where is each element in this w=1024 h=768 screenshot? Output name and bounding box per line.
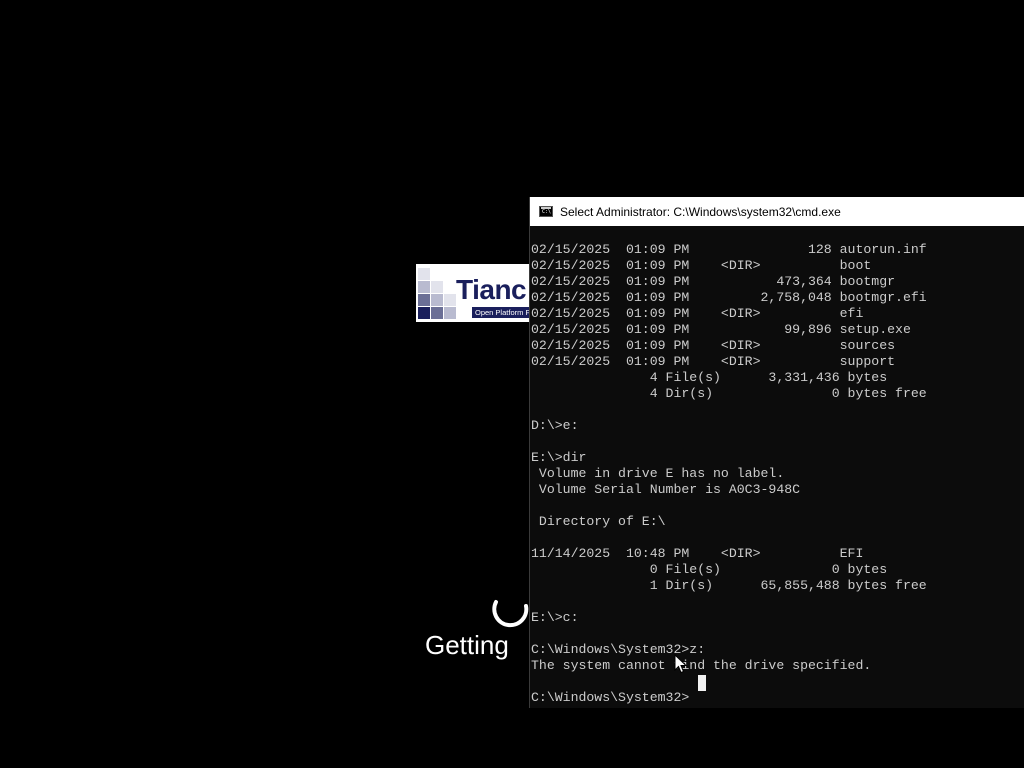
console-line: 02/15/2025 01:09 PM <DIR> support [531,354,896,369]
logo-square [431,281,443,293]
console-line: 1 Dir(s) 65,855,488 bytes free [531,578,927,593]
text-cursor [698,675,706,691]
console-line: D:\>e: [531,418,579,433]
console-line: The system cannot find the drive specifi… [531,658,872,673]
console-line: 02/15/2025 01:09 PM <DIR> boot [531,258,872,273]
console-line: 11/14/2025 10:48 PM <DIR> EFI [531,546,864,561]
console-icon: C:\ [539,206,553,217]
console-line: 02/15/2025 01:09 PM 2,758,048 bootmgr.ef… [531,290,927,305]
console-line: 02/15/2025 01:09 PM 473,364 bootmgr [531,274,896,289]
logo-square [444,294,456,306]
console-line: C:\Windows\System32> [531,690,690,705]
console-line: 02/15/2025 01:09 PM <DIR> efi [531,306,864,321]
console-line: Directory of E:\ [531,514,666,529]
console-line: 02/15/2025 01:09 PM 128 autorun.inf [531,242,927,257]
console-line: 4 File(s) 3,331,436 bytes [531,370,888,385]
console-line: 4 Dir(s) 0 bytes free [531,386,927,401]
cmd-window[interactable]: C:\ Select Administrator: C:\Windows\sys… [529,197,1024,708]
console-line: Volume Serial Number is A0C3-948C [531,482,801,497]
mouse-pointer-icon [674,654,688,674]
console-line: 02/15/2025 01:09 PM 99,896 setup.exe [531,322,911,337]
console-output[interactable]: 02/15/2025 01:09 PM 128 autorun.inf 02/15… [531,242,1024,706]
console-line: 02/15/2025 01:09 PM <DIR> sources [531,338,896,353]
tianocore-logo: Tianc Open Platform F [416,264,546,322]
console-line: 0 File(s) 0 bytes [531,562,888,577]
logo-square [444,307,456,319]
logo-square [418,268,430,280]
window-title: Select Administrator: C:\Windows\system3… [560,204,841,219]
console-line: C:\Windows\System32>z: [531,642,706,657]
logo-subtitle: Open Platform F [472,307,534,318]
logo-square [418,307,430,319]
boot-status-text: Getting [425,630,509,660]
console-line: E:\>c: [531,610,579,625]
logo-wordmark: Tianc [456,274,527,305]
loading-spinner-icon [492,600,529,628]
console-line: Volume in drive E has no label. [531,466,785,481]
logo-square [431,307,443,319]
window-titlebar[interactable]: C:\ Select Administrator: C:\Windows\sys… [530,197,1024,226]
logo-square [431,294,443,306]
logo-square [418,294,430,306]
logo-square [418,281,430,293]
console-line: E:\>dir [531,450,587,465]
